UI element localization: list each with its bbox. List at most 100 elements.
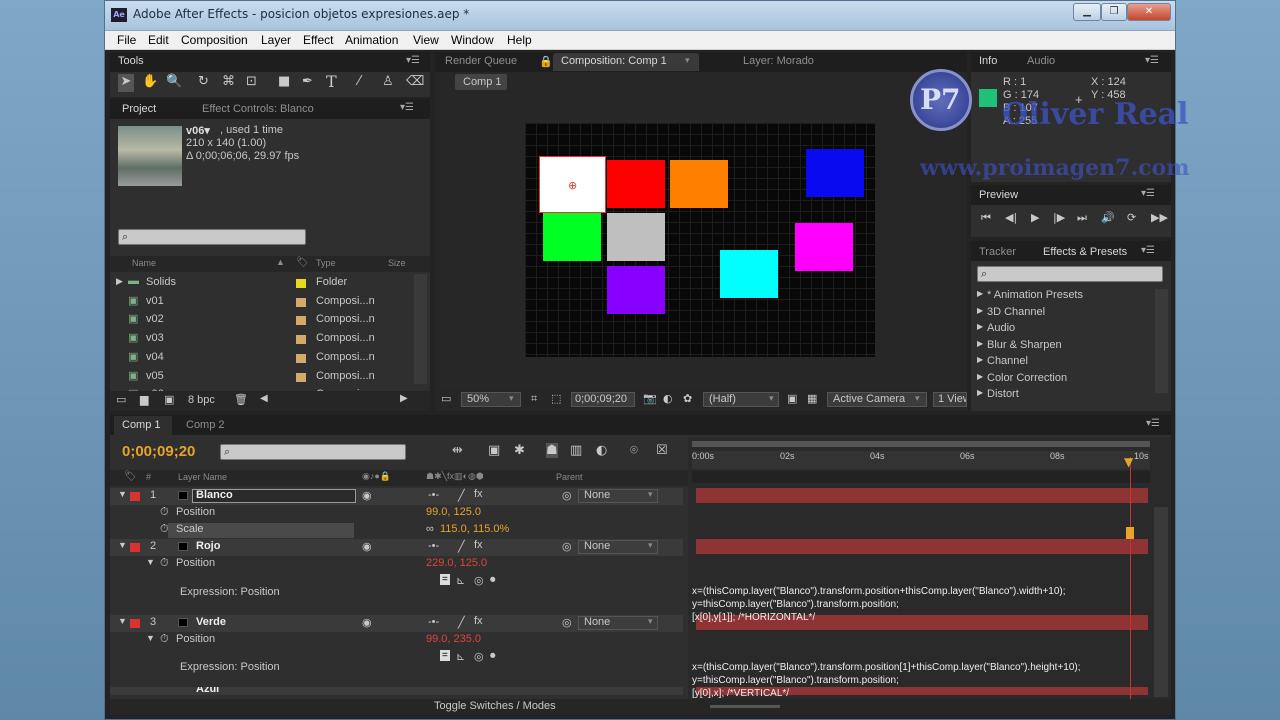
maximize-button[interactable]: ❐ — [1101, 3, 1127, 21]
shape-naranja[interactable] — [670, 160, 728, 208]
label-color-swatch[interactable] — [296, 279, 306, 288]
twirl-icon[interactable]: ▶ — [977, 322, 983, 331]
project-item[interactable]: ▶ ▬ Solids Folder — [110, 274, 410, 292]
selection-tool-icon[interactable]: ➤ — [118, 74, 134, 92]
brainstorm-icon[interactable]: ☒ — [656, 443, 668, 458]
layer-name[interactable]: Rojo — [196, 540, 220, 552]
work-area-bar[interactable] — [692, 441, 1150, 447]
col-parent[interactable]: Parent — [556, 472, 583, 482]
hand-tool-icon[interactable]: ✋ — [142, 74, 158, 89]
tab-info[interactable]: Info — [979, 55, 997, 67]
shy-icon[interactable]: -•- — [428, 616, 439, 628]
project-item[interactable]: ▣ v01 Composi...n — [110, 293, 410, 311]
close-button[interactable]: ✕ — [1127, 3, 1171, 21]
menu-view[interactable]: View — [413, 33, 439, 47]
bpc-label[interactable]: 8 bpc — [188, 394, 215, 406]
twirl-down-icon[interactable]: ▼ — [146, 633, 155, 643]
tab-project[interactable]: Project — [122, 103, 156, 115]
twirl-icon[interactable]: ▶ — [977, 306, 983, 315]
label-color-swatch[interactable] — [130, 492, 140, 501]
label-color-swatch[interactable] — [130, 543, 140, 552]
clone-stamp-tool-icon[interactable]: ♙ — [382, 74, 394, 89]
shy-icon[interactable]: -•- — [428, 489, 439, 501]
layer-row-rojo[interactable]: ▼ 2 Rojo ◉ -•- ╱ fx ◎ None ▾ — [110, 539, 683, 556]
stopwatch-icon[interactable]: ⏱ — [160, 633, 169, 646]
interpret-footage-icon[interactable]: ▭ — [116, 393, 126, 406]
pickwhip-icon[interactable]: ◎ — [562, 489, 572, 502]
layer-bar-blanco[interactable] — [696, 488, 1148, 503]
menu-layer[interactable]: Layer — [261, 33, 291, 47]
tab-render-queue[interactable]: Render Queue — [445, 55, 517, 67]
type-tool-icon[interactable]: T — [326, 72, 337, 91]
pan-behind-tool-icon[interactable]: ⊡ — [246, 74, 257, 89]
menu-edit[interactable]: Edit — [148, 33, 169, 47]
last-frame-icon[interactable]: ⏭ — [1077, 211, 1087, 225]
first-frame-icon[interactable]: ⏮ — [981, 211, 991, 225]
quality-icon[interactable]: ╱ — [458, 540, 465, 553]
project-item[interactable]: ▣ v05 Composi...n — [110, 368, 410, 386]
label-color-swatch[interactable] — [296, 297, 306, 307]
keyframe-marker[interactable] — [1126, 527, 1134, 539]
menu-help[interactable]: Help — [507, 33, 532, 47]
project-item[interactable]: ▣ v02 Composi...n — [110, 311, 410, 329]
tab-audio[interactable]: Audio — [1027, 55, 1055, 67]
zoom-tool-icon[interactable]: 🔍 — [166, 74, 182, 89]
layer-name[interactable]: Verde — [196, 616, 226, 628]
shape-rojo[interactable] — [607, 160, 665, 208]
eye-icon[interactable]: ◉ — [362, 540, 372, 553]
expression-text-rojo[interactable]: x=(thisComp.layer("Blanco").transform.po… — [692, 585, 1152, 627]
layer-name[interactable]: Blanco — [196, 489, 233, 501]
label-color-swatch[interactable] — [296, 316, 306, 326]
col-layer-name[interactable]: Layer Name — [178, 472, 227, 482]
menu-file[interactable]: File — [117, 33, 136, 47]
panel-menu-icon[interactable]: ▾☰ — [406, 55, 420, 66]
shape-morado[interactable] — [607, 266, 665, 314]
shape-gris[interactable] — [607, 213, 665, 261]
rotate-tool-icon[interactable]: ↻ — [198, 74, 209, 89]
timeline-search-input[interactable]: ⌕ — [220, 444, 406, 460]
time-ruler[interactable] — [692, 451, 1150, 469]
fx-icon[interactable]: fx — [474, 615, 483, 627]
col-type[interactable]: Type — [316, 258, 336, 268]
panel-menu-icon[interactable]: ▾☰ — [400, 102, 414, 113]
eraser-tool-icon[interactable]: ⌫ — [406, 74, 424, 89]
effects-category[interactable]: ▶ Blur & Sharpen — [971, 338, 1151, 354]
channel-icon[interactable]: ✿ — [683, 392, 692, 405]
label-color-swatch[interactable] — [130, 619, 140, 628]
stopwatch-icon[interactable]: ⏱ — [160, 557, 169, 570]
tab-comp1[interactable]: Comp 1 — [122, 419, 161, 431]
prop-value[interactable]: 229.0, 125.0 — [426, 557, 487, 569]
tab-preview[interactable]: Preview — [979, 189, 1018, 201]
playhead-icon[interactable]: ▼ — [1124, 455, 1133, 469]
project-search-input[interactable]: ⌕ — [118, 229, 306, 245]
layer-row-blanco[interactable]: ▼ 1 Blanco ◉ -•- ╱ fx ◎ None ▾ — [110, 488, 683, 505]
twirl-icon[interactable]: ▶ — [977, 388, 983, 397]
pickwhip-icon[interactable]: ◎ — [562, 540, 572, 553]
menu-window[interactable]: Window — [451, 33, 494, 47]
label-color-swatch[interactable] — [296, 353, 306, 363]
frame-blending-icon[interactable]: ▥ — [570, 443, 582, 458]
always-preview-icon[interactable]: ▭ — [441, 392, 451, 405]
shy-layers-icon[interactable]: ☗ — [546, 443, 558, 458]
expr-enable-icon[interactable]: = — [440, 574, 450, 585]
audio-icon[interactable]: 🔊 — [1101, 211, 1115, 224]
views-dropdown[interactable]: 1 View — [933, 392, 967, 407]
trash-icon[interactable]: 🗑 — [234, 393, 248, 406]
current-time-indicator[interactable] — [1130, 457, 1131, 699]
quality-icon[interactable]: ╱ — [458, 616, 465, 629]
twirl-down-icon[interactable]: ▼ — [146, 557, 155, 567]
current-time[interactable]: 0;00;09;20 — [122, 443, 195, 460]
menu-effect[interactable]: Effect — [303, 33, 333, 47]
shape-azul[interactable] — [806, 149, 864, 197]
brush-tool-icon[interactable]: ⁄ — [358, 74, 360, 89]
layer-bar-rojo[interactable] — [696, 539, 1148, 554]
zoom-slider[interactable] — [710, 705, 780, 708]
effects-category[interactable]: ▶ Distort — [971, 387, 1151, 403]
panel-menu-icon[interactable]: ▾☰ — [1141, 188, 1155, 199]
effects-category[interactable]: ▶ Audio — [971, 321, 1151, 337]
label-color-swatch[interactable] — [296, 372, 306, 382]
mask-visibility-icon[interactable]: ⬚ — [551, 392, 561, 405]
camera-tool-icon[interactable]: ⌘ — [222, 74, 235, 89]
tab-effect-controls[interactable]: Effect Controls: Blanco — [202, 103, 314, 115]
tab-layer[interactable]: Layer: Morado — [743, 55, 814, 67]
